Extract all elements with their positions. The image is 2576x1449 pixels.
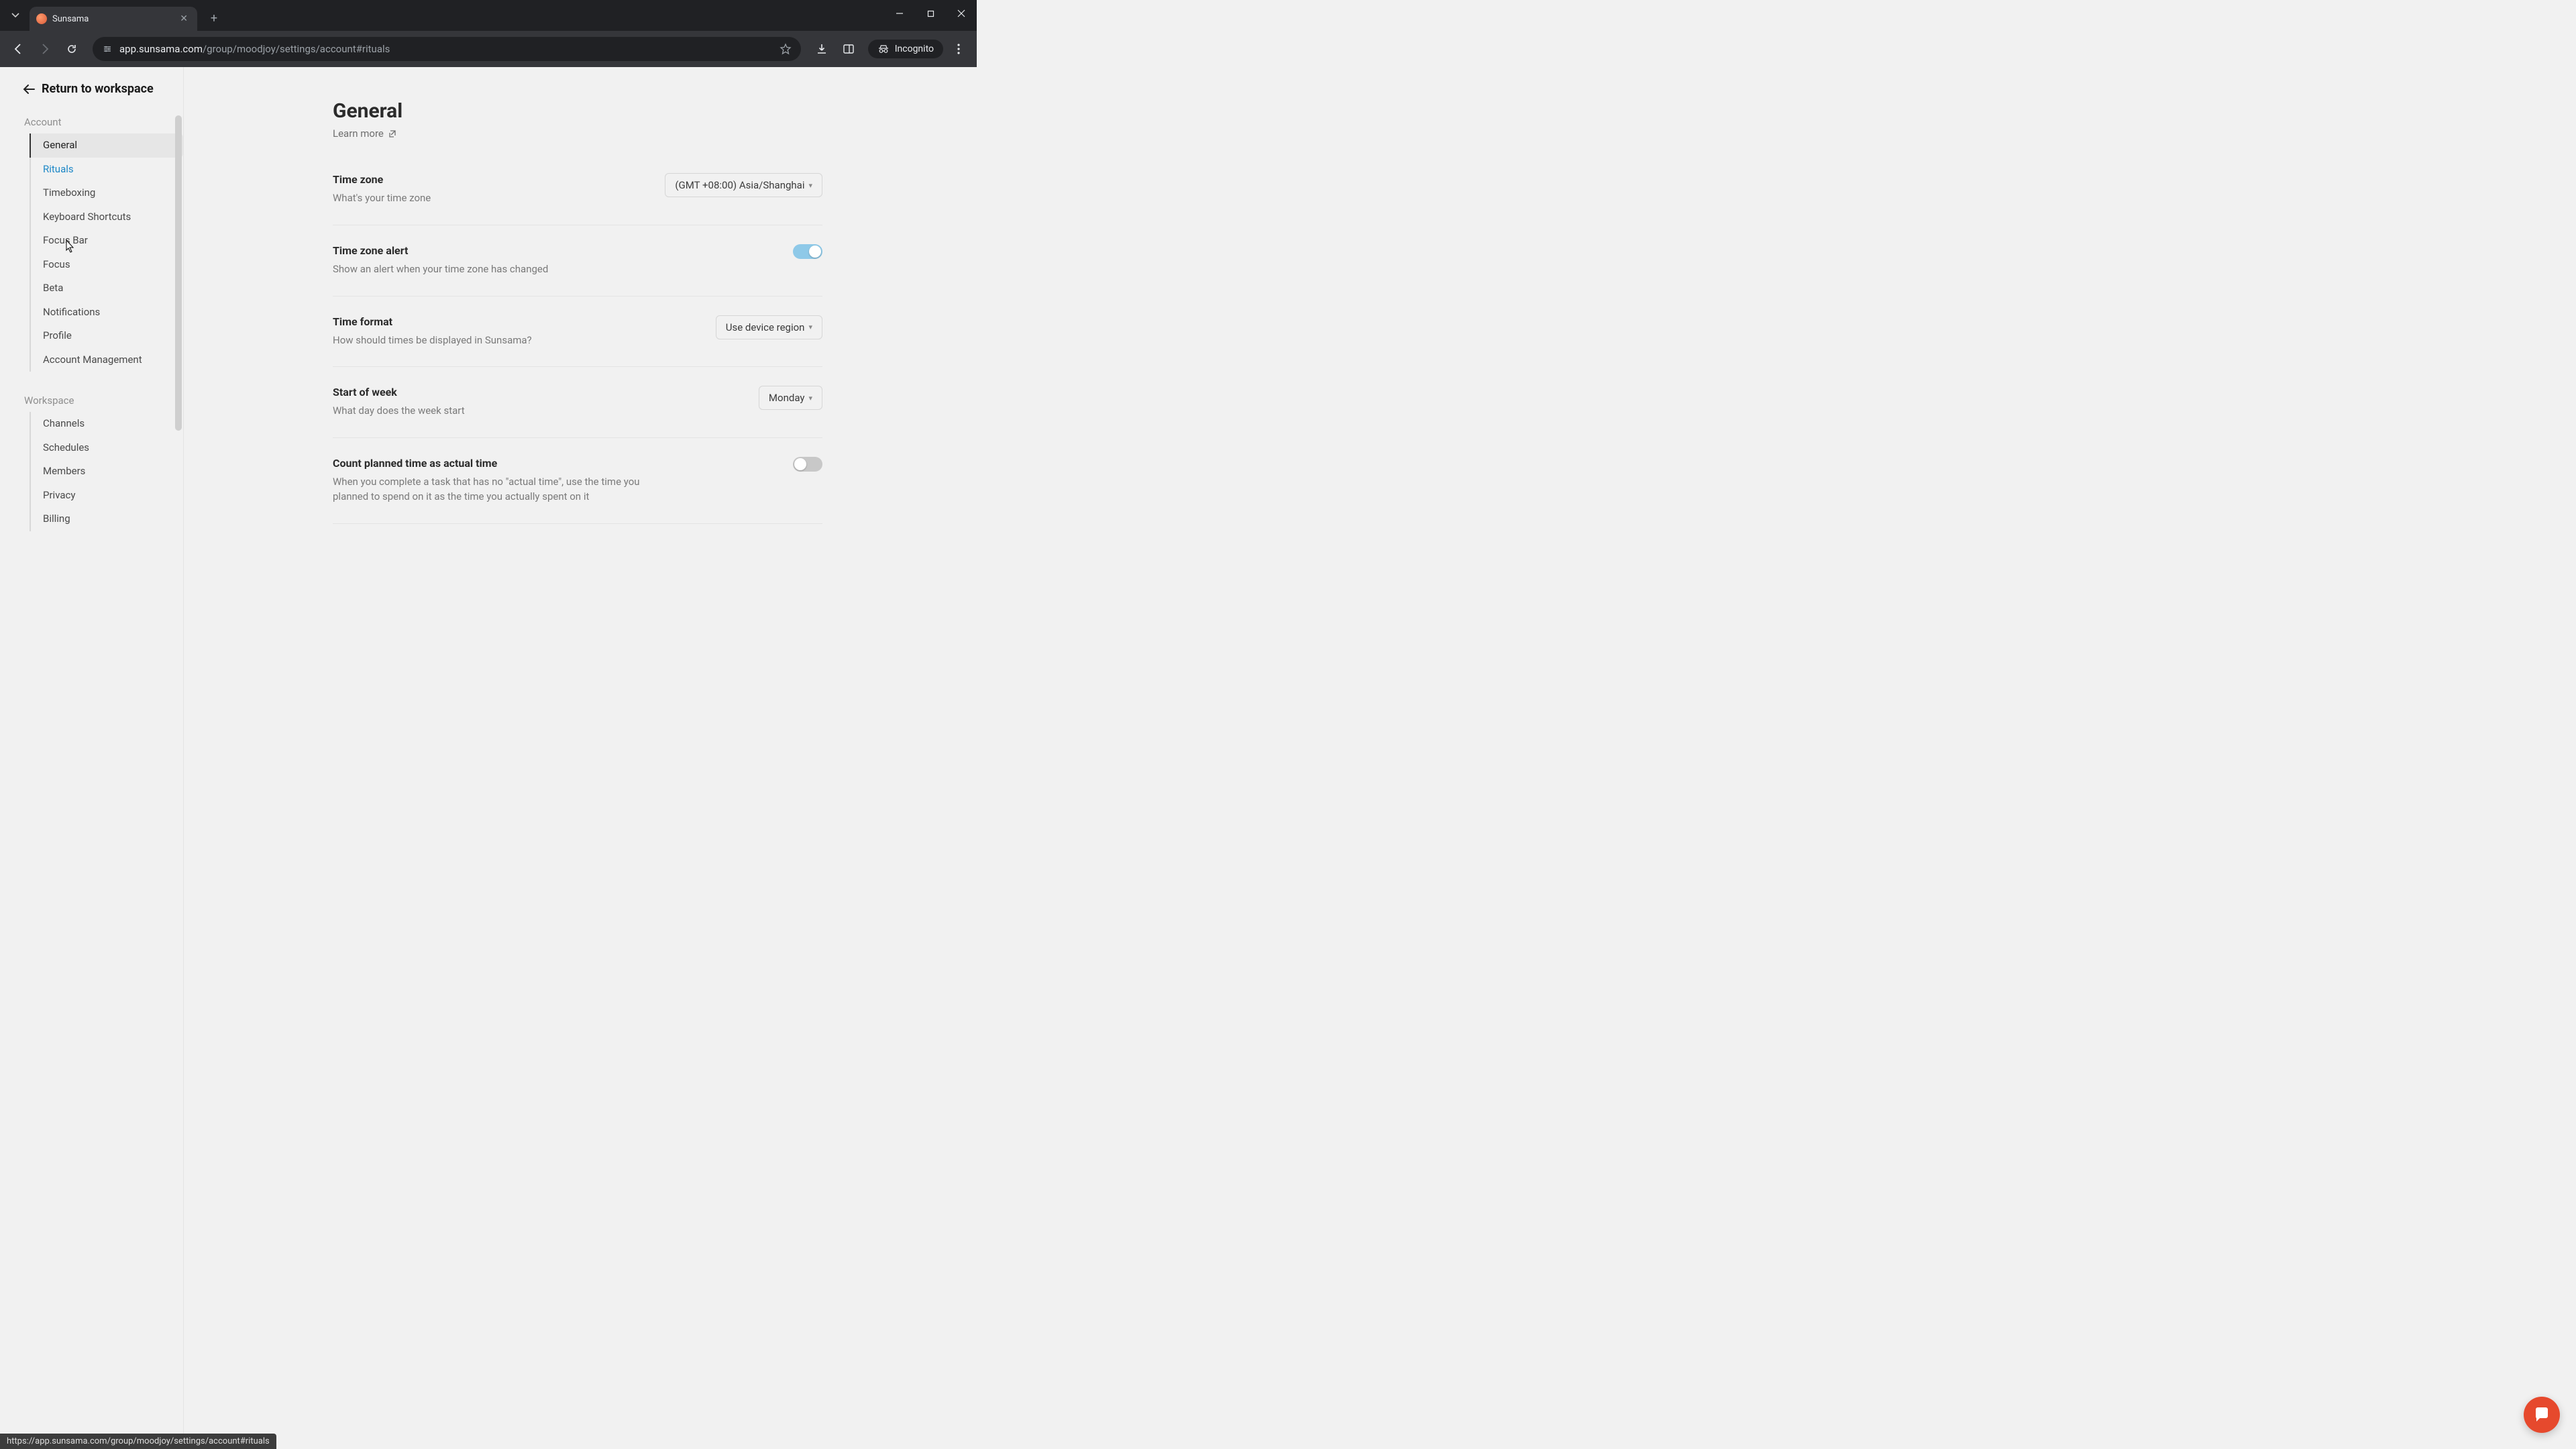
setting-title: Time zone alert [333,244,548,257]
window-minimize[interactable] [884,0,915,27]
external-link-icon [388,129,396,138]
arrow-left-icon [23,85,35,94]
setting-title: Time zone [333,173,431,186]
setting-row: Start of week What day does the week star… [333,367,822,438]
page-title: General [333,99,822,123]
sidebar-section-title: Workspace [0,390,183,412]
toggle-knob [809,246,821,258]
setting-description: Show an alert when your time zone has ch… [333,262,548,277]
setting-select[interactable]: Monday▾ [759,386,822,410]
sidebar-item-profile[interactable]: Profile [31,324,183,348]
tab-title: Sunsama [52,14,177,24]
chevron-down-icon: ▾ [808,181,812,190]
setting-select[interactable]: Use device region▾ [716,315,822,339]
sidebar-item-channels[interactable]: Channels [31,412,183,436]
chat-icon [2533,1406,2551,1424]
url-text: app.sunsama.com/group/moodjoy/settings/a… [119,43,773,55]
sidebar-item-account-management[interactable]: Account Management [31,348,183,372]
sidebar-item-focus-bar[interactable]: Focus Bar [31,229,183,253]
browser-tab[interactable]: Sunsama ✕ [30,7,197,31]
setting-description: What day does the week start [333,404,465,419]
sidebar-group: GeneralRitualsTimeboxingKeyboard Shortcu… [30,133,183,372]
setting-description: What's your time zone [333,191,431,206]
address-bar[interactable]: app.sunsama.com/group/moodjoy/settings/a… [93,37,801,61]
setting-row: Time zone alert Show an alert when your t… [333,225,822,297]
browser-menu-icon[interactable] [947,38,970,60]
window-maximize[interactable] [915,0,946,27]
learn-more-link[interactable]: Learn more [333,127,396,140]
setting-select[interactable]: (GMT +08:00) Asia/Shanghai ▾ [665,173,822,197]
favicon [36,13,47,24]
sidebar-item-focus[interactable]: Focus [31,253,183,277]
sidebar-section-title: Account [0,112,183,133]
window-controls [884,0,977,27]
nav-reload-button[interactable] [60,38,83,60]
sidebar-item-members[interactable]: Members [31,460,183,484]
setting-title: Count planned time as actual time [333,457,675,470]
sidebar-item-keyboard-shortcuts[interactable]: Keyboard Shortcuts [31,205,183,229]
select-value: (GMT +08:00) Asia/Shanghai [675,179,804,191]
settings-sidebar: Return to workspace AccountGeneralRitual… [0,67,184,1449]
sidebar-item-beta[interactable]: Beta [31,276,183,301]
chevron-down-icon: ▾ [808,323,812,331]
chevron-down-icon: ▾ [808,394,812,402]
return-to-workspace[interactable]: Return to workspace [0,79,183,112]
nav-forward-button[interactable] [34,38,56,60]
sidebar-item-billing[interactable]: Billing [31,507,183,531]
toggle-knob [794,458,806,470]
setting-toggle[interactable] [793,244,822,259]
setting-toggle[interactable] [793,457,822,472]
downloads-icon[interactable] [810,38,833,60]
sidebar-item-rituals[interactable]: Rituals [31,158,183,182]
window-close[interactable] [946,0,977,27]
help-chat-button[interactable] [2524,1397,2560,1433]
setting-description: When you complete a task that has no "ac… [333,475,675,504]
return-label: Return to workspace [42,82,154,96]
sidebar-group: ChannelsSchedulesMembersPrivacyBilling [30,412,183,531]
sidebar-item-privacy[interactable]: Privacy [31,484,183,508]
incognito-indicator[interactable]: Incognito [868,40,943,58]
setting-row: Time zone What's your time zone (GMT +08:0… [333,160,822,225]
browser-toolbar: app.sunsama.com/group/moodjoy/settings/a… [0,31,977,67]
tab-close-icon[interactable]: ✕ [177,12,191,25]
setting-row: Count planned time as actual time When yo… [333,438,822,524]
setting-row: Time format How should times be displayed… [333,297,822,368]
select-value: Use device region [726,321,805,333]
setting-title: Start of week [333,386,465,398]
site-settings-icon[interactable] [102,44,113,54]
setting-description: How should times be displayed in Sunsama… [333,333,532,348]
status-bar-url: https://app.sunsama.com/group/moodjoy/se… [0,1434,276,1449]
app-root: Return to workspace AccountGeneralRitual… [0,67,2576,1449]
new-tab-button[interactable]: + [204,8,224,28]
bookmark-star-icon[interactable] [780,43,792,55]
incognito-icon [877,44,890,54]
browser-titlebar: Sunsama ✕ + [0,0,977,31]
tab-search-dropdown[interactable] [5,5,25,25]
sidepanel-icon[interactable] [837,38,860,60]
incognito-label: Incognito [895,44,934,54]
select-value: Monday [769,392,805,404]
sidebar-item-schedules[interactable]: Schedules [31,436,183,460]
sidebar-item-timeboxing[interactable]: Timeboxing [31,181,183,205]
setting-title: Time format [333,315,532,328]
nav-back-button[interactable] [7,38,30,60]
sidebar-item-general[interactable]: General [31,133,183,158]
sidebar-item-notifications[interactable]: Notifications [31,301,183,325]
sidebar-scrollbar[interactable] [175,115,182,431]
main-panel: General Learn more Time zone What's your … [184,67,2576,1449]
